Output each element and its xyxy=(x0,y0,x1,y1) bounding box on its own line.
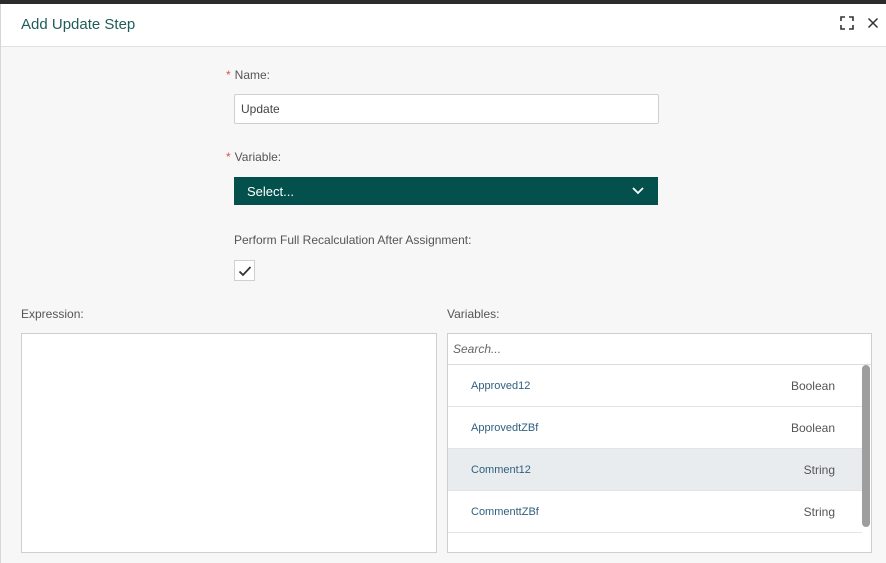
close-icon[interactable] xyxy=(865,15,881,31)
search-placeholder: Search... xyxy=(453,342,502,356)
variable-type: String xyxy=(803,462,835,477)
variable-select[interactable]: Select... xyxy=(234,177,658,205)
required-marker: * xyxy=(226,68,231,82)
variable-select-value: Select... xyxy=(247,183,294,199)
variable-name: ApprovedtZBf xyxy=(471,421,539,434)
required-marker: * xyxy=(226,150,231,164)
variables-label: Variables: xyxy=(447,307,500,321)
maximize-icon[interactable] xyxy=(839,15,855,31)
variable-name: Approved12 xyxy=(471,379,531,392)
add-update-step-dialog: Add Update Step * Name: Update * Variable:… xyxy=(0,4,886,563)
name-label-text: Name: xyxy=(234,68,271,82)
variables-search-input[interactable]: Search... xyxy=(448,334,871,365)
expression-editor[interactable] xyxy=(21,333,437,553)
recalc-checkbox[interactable] xyxy=(234,260,255,281)
variable-type: Boolean xyxy=(790,378,835,393)
variable-type: Boolean xyxy=(790,420,835,435)
variable-label-text: Variable: xyxy=(234,150,282,164)
variables-panel: Search... Approved12 Boolean ApprovedtZB… xyxy=(447,333,872,553)
recalc-label: Perform Full Recalculation After Assignm… xyxy=(234,233,472,247)
variable-list-item[interactable]: ApprovedtZBf Boolean xyxy=(448,407,862,449)
expression-label: Expression: xyxy=(21,307,84,321)
variable-type: String xyxy=(803,504,835,519)
dialog-header: Add Update Step xyxy=(1,4,886,47)
name-label: * Name: xyxy=(226,68,270,82)
variable-list-item[interactable]: CommenttZBf String xyxy=(448,491,862,533)
name-input-value: Update xyxy=(241,102,280,116)
name-input[interactable]: Update xyxy=(234,94,659,124)
variable-name: CommenttZBf xyxy=(471,505,539,518)
variable-list-item[interactable]: Approved12 Boolean xyxy=(448,365,862,407)
variable-label: * Variable: xyxy=(226,150,281,164)
variables-scrollbar[interactable] xyxy=(862,365,870,527)
variable-name: Comment12 xyxy=(471,463,531,476)
dialog-title: Add Update Step xyxy=(21,16,136,33)
chevron-down-icon xyxy=(631,184,645,199)
checkmark-icon xyxy=(238,265,251,276)
variable-list-item[interactable]: Comment12 String xyxy=(448,449,862,491)
